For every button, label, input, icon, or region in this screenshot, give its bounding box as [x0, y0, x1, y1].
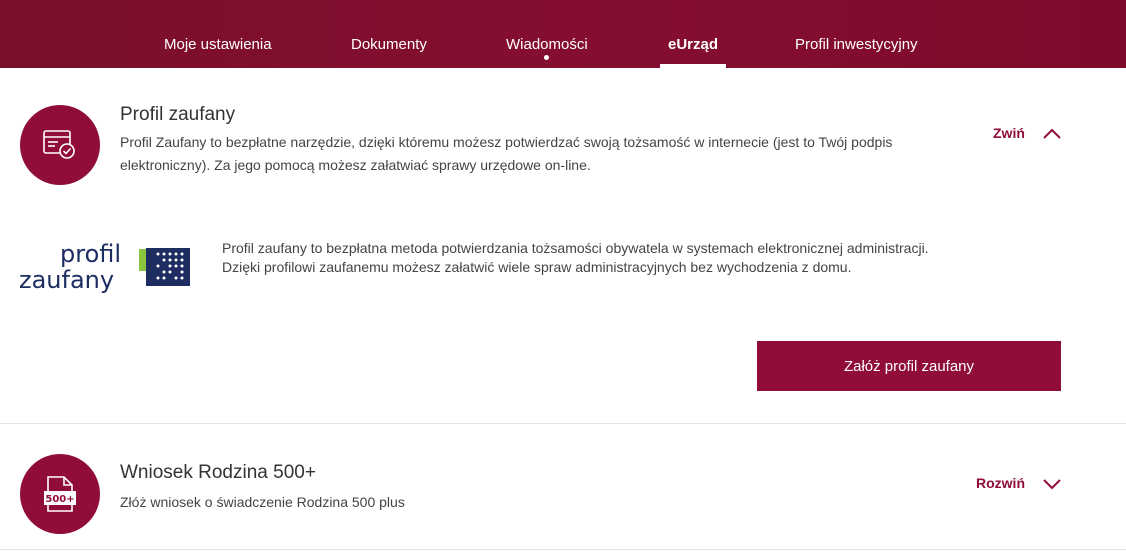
- profil-zaufany-details: Profil zaufany to bezpłatna metoda potwi…: [222, 240, 929, 275]
- nav-tab-label: Wiadomości: [506, 36, 588, 53]
- nav-tab-eurzad[interactable]: eUrząd: [660, 0, 727, 68]
- nav-tab-label: Dokumenty: [351, 36, 427, 53]
- nav-tab-profil-inwestycyjny[interactable]: Profil inwestycyjny: [795, 0, 918, 68]
- unread-indicator-dot: [544, 55, 550, 60]
- section-title: Wniosek Rodzina 500+: [120, 462, 316, 483]
- id-card-check-icon: [20, 105, 100, 185]
- profil-zaufany-section: Profil zaufany Profil Zaufany to bezpłat…: [0, 68, 1126, 424]
- logo-text-line2: zaufany: [19, 266, 114, 294]
- section-title: Profil zaufany: [120, 104, 236, 125]
- nav-tab-moje-ustawienia[interactable]: Moje ustawienia: [164, 0, 272, 68]
- collapse-toggle[interactable]: Zwiń: [993, 125, 1061, 141]
- top-navigation: Moje ustawienia Dokumenty Wiadomości eUr…: [0, 0, 1126, 68]
- section-description: Profil Zaufany to bezpłatne narzędzie, d…: [120, 134, 893, 173]
- toggle-label: Zwiń: [993, 125, 1025, 141]
- nav-tab-label: Moje ustawienia: [164, 36, 272, 53]
- rodzina-500-section: 500+ Wniosek Rodzina 500+ Złóż wniosek o…: [0, 424, 1126, 550]
- document-500-icon: 500+: [20, 454, 100, 534]
- logo-text-line1: profil: [60, 240, 121, 268]
- create-profil-zaufany-button[interactable]: Załóż profil zaufany: [757, 341, 1061, 391]
- section-description: Złóż wniosek o świadczenie Rodzina 500 p…: [120, 494, 405, 510]
- nav-tab-wiadomosci[interactable]: Wiadomości: [506, 0, 588, 68]
- toggle-label: Rozwiń: [976, 475, 1025, 491]
- expand-toggle[interactable]: Rozwiń: [976, 475, 1061, 491]
- profil-zaufany-logo: profil zaufany: [18, 240, 193, 296]
- nav-tab-dokumenty[interactable]: Dokumenty: [351, 0, 427, 68]
- chevron-down-icon: [1043, 477, 1061, 490]
- nav-tab-label: eUrząd: [668, 36, 719, 53]
- chevron-up-icon: [1043, 127, 1061, 139]
- icon-500-text: 500+: [45, 494, 74, 505]
- nav-tab-label: Profil inwestycyjny: [795, 36, 918, 53]
